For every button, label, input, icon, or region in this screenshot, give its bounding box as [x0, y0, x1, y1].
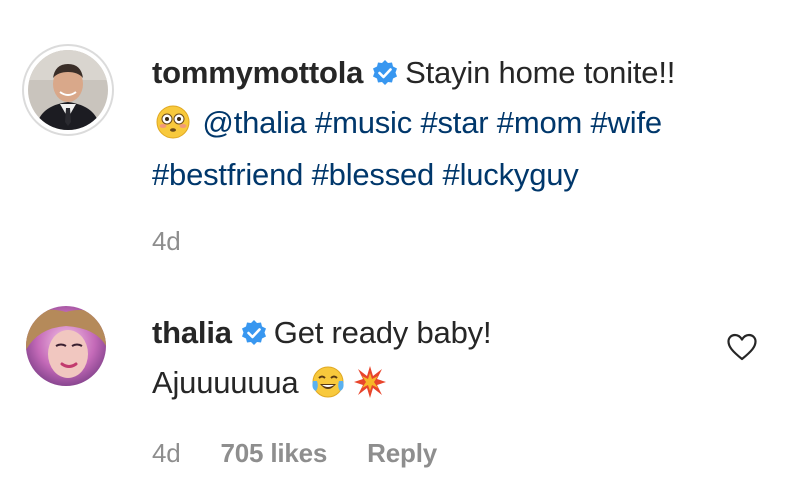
verified-badge-icon [371, 54, 399, 100]
reply-comment: thalia Get ready baby! Ajuuuuuua [152, 310, 712, 412]
reply-text-line-1: Get ready baby! [273, 315, 492, 350]
reply-timestamp[interactable]: 4d [152, 438, 181, 469]
reply-meta-row: 4d 705 likes Reply [152, 438, 477, 469]
mention-link[interactable]: @thalia [202, 105, 306, 140]
hashtag-link[interactable]: #blessed [312, 157, 435, 192]
hashtag-link[interactable]: #wife [591, 105, 663, 140]
reply-line-2: Ajuuuuuua [152, 360, 712, 412]
reply-likes-count[interactable]: 705 likes [221, 438, 328, 469]
caption-timestamp[interactable]: 4d [152, 226, 181, 257]
caption-line-1: tommymottola Stayin home tonite!! [152, 50, 772, 100]
reply-text-line-2: Ajuuuuuua [152, 365, 299, 400]
caption-avatar[interactable] [22, 44, 114, 136]
hashtag-link[interactable]: #luckyguy [443, 157, 579, 192]
hashtag-link[interactable]: #mom [497, 105, 583, 140]
reply-avatar[interactable] [26, 306, 106, 386]
hashtag-link[interactable]: #bestfriend [152, 157, 303, 192]
flushed-face-icon [156, 105, 190, 152]
like-heart-icon[interactable] [726, 332, 758, 362]
reply-line-1: thalia Get ready baby! [152, 310, 712, 360]
reply-username[interactable]: thalia [152, 315, 232, 350]
reply-button[interactable]: Reply [367, 438, 437, 469]
collision-icon [353, 365, 387, 412]
hashtag-link[interactable]: #music [315, 105, 412, 140]
verified-badge-icon [240, 314, 268, 360]
face-with-tears-of-joy-icon [311, 365, 345, 412]
hashtag-link[interactable]: #star [420, 105, 488, 140]
caption-text: tommymottola Stayin home tonite!! @thalia… [152, 50, 772, 198]
comments-panel: tommymottola Stayin home tonite!! @thalia… [0, 0, 800, 487]
caption-text-line-1: Stayin home tonite!! [405, 55, 676, 90]
caption-username[interactable]: tommymottola [152, 55, 363, 90]
caption-line-3: #bestfriend #blessed #luckyguy [152, 152, 772, 198]
caption-line-2: @thalia #music #star #mom #wife [152, 100, 772, 152]
